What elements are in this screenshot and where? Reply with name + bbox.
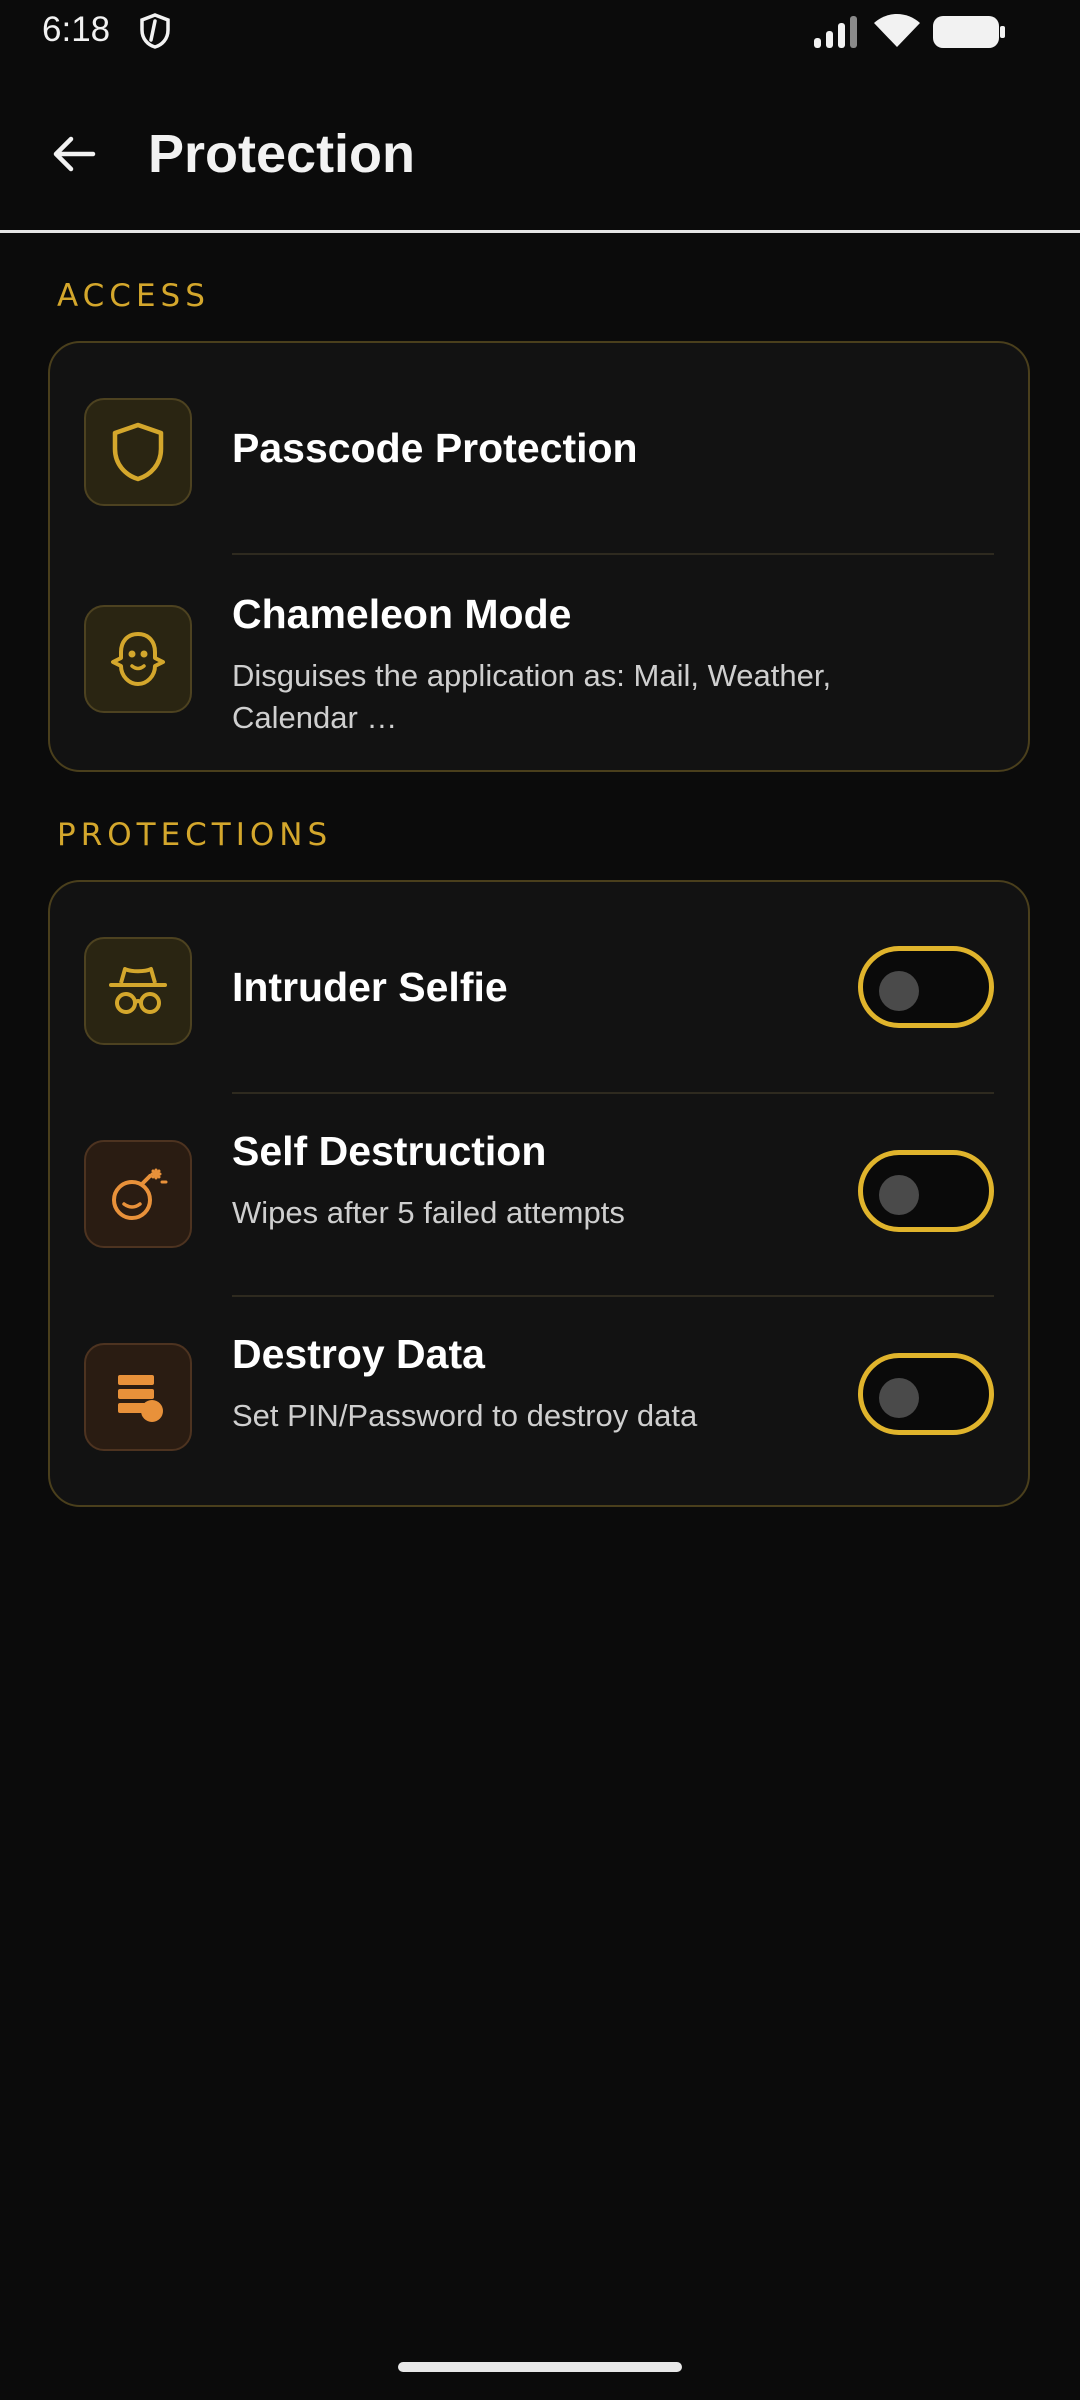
wifi-icon [874, 14, 920, 47]
row-description: Wipes after 5 failed attempts [232, 1195, 625, 1230]
ghost-icon [111, 632, 165, 686]
shield-icon [112, 422, 164, 482]
row-title: Destroy Data [232, 1331, 485, 1377]
spy-icon [109, 967, 167, 1014]
row-icon-container [84, 605, 192, 713]
page-title: Protection [148, 124, 416, 184]
row-icon-container [84, 1140, 192, 1248]
home-indicator[interactable] [398, 2362, 682, 2372]
list-item-self-destruction[interactable]: Self Destruction Wipes after 5 failed at… [50, 1094, 1028, 1295]
row-title: Intruder Selfie [232, 964, 508, 1010]
section-header-access: ACCESS [57, 278, 210, 314]
toggle-knob [879, 971, 919, 1011]
row-icon-container [84, 937, 192, 1045]
status-bar: 6:18 [0, 0, 1080, 64]
row-title: Passcode Protection [232, 425, 638, 471]
toggle-knob [879, 1378, 919, 1418]
list-item-chameleon-mode[interactable]: Chameleon Mode Disguises the application… [50, 555, 1028, 772]
battery-icon [933, 16, 1005, 48]
cellular-signal-icon [814, 16, 857, 48]
row-description: Disguises the application as: Mail, Weat… [232, 658, 832, 735]
section-header-protections: PROTECTIONS [57, 817, 333, 853]
row-icon-container [84, 1343, 192, 1451]
status-time: 6:18 [42, 10, 111, 49]
protections-card: Intruder Selfie Self Destruction Wipes a… [48, 880, 1030, 1507]
self-destruction-toggle[interactable] [858, 1150, 994, 1232]
back-button[interactable] [30, 110, 118, 198]
arrow-left-icon [53, 136, 96, 172]
destroy-data-toggle[interactable] [858, 1353, 994, 1435]
app-bar: Protection [0, 64, 1080, 233]
toggle-knob [879, 1175, 919, 1215]
row-description: Set PIN/Password to destroy data [232, 1398, 698, 1433]
list-item-passcode-protection[interactable]: Passcode Protection [50, 343, 1028, 554]
row-title: Self Destruction [232, 1128, 547, 1174]
list-item-destroy-data[interactable]: Destroy Data Set PIN/Password to destroy… [50, 1297, 1028, 1507]
list-item-intruder-selfie[interactable]: Intruder Selfie [50, 882, 1028, 1093]
intruder-selfie-toggle[interactable] [858, 946, 994, 1028]
vpn-shield-icon [140, 13, 170, 49]
bomb-icon [112, 1168, 168, 1220]
row-icon-container [84, 398, 192, 506]
data-destroy-icon [118, 1375, 163, 1422]
row-title: Chameleon Mode [232, 591, 572, 637]
access-card: Passcode Protection Chameleon Mode Disgu… [48, 341, 1030, 772]
